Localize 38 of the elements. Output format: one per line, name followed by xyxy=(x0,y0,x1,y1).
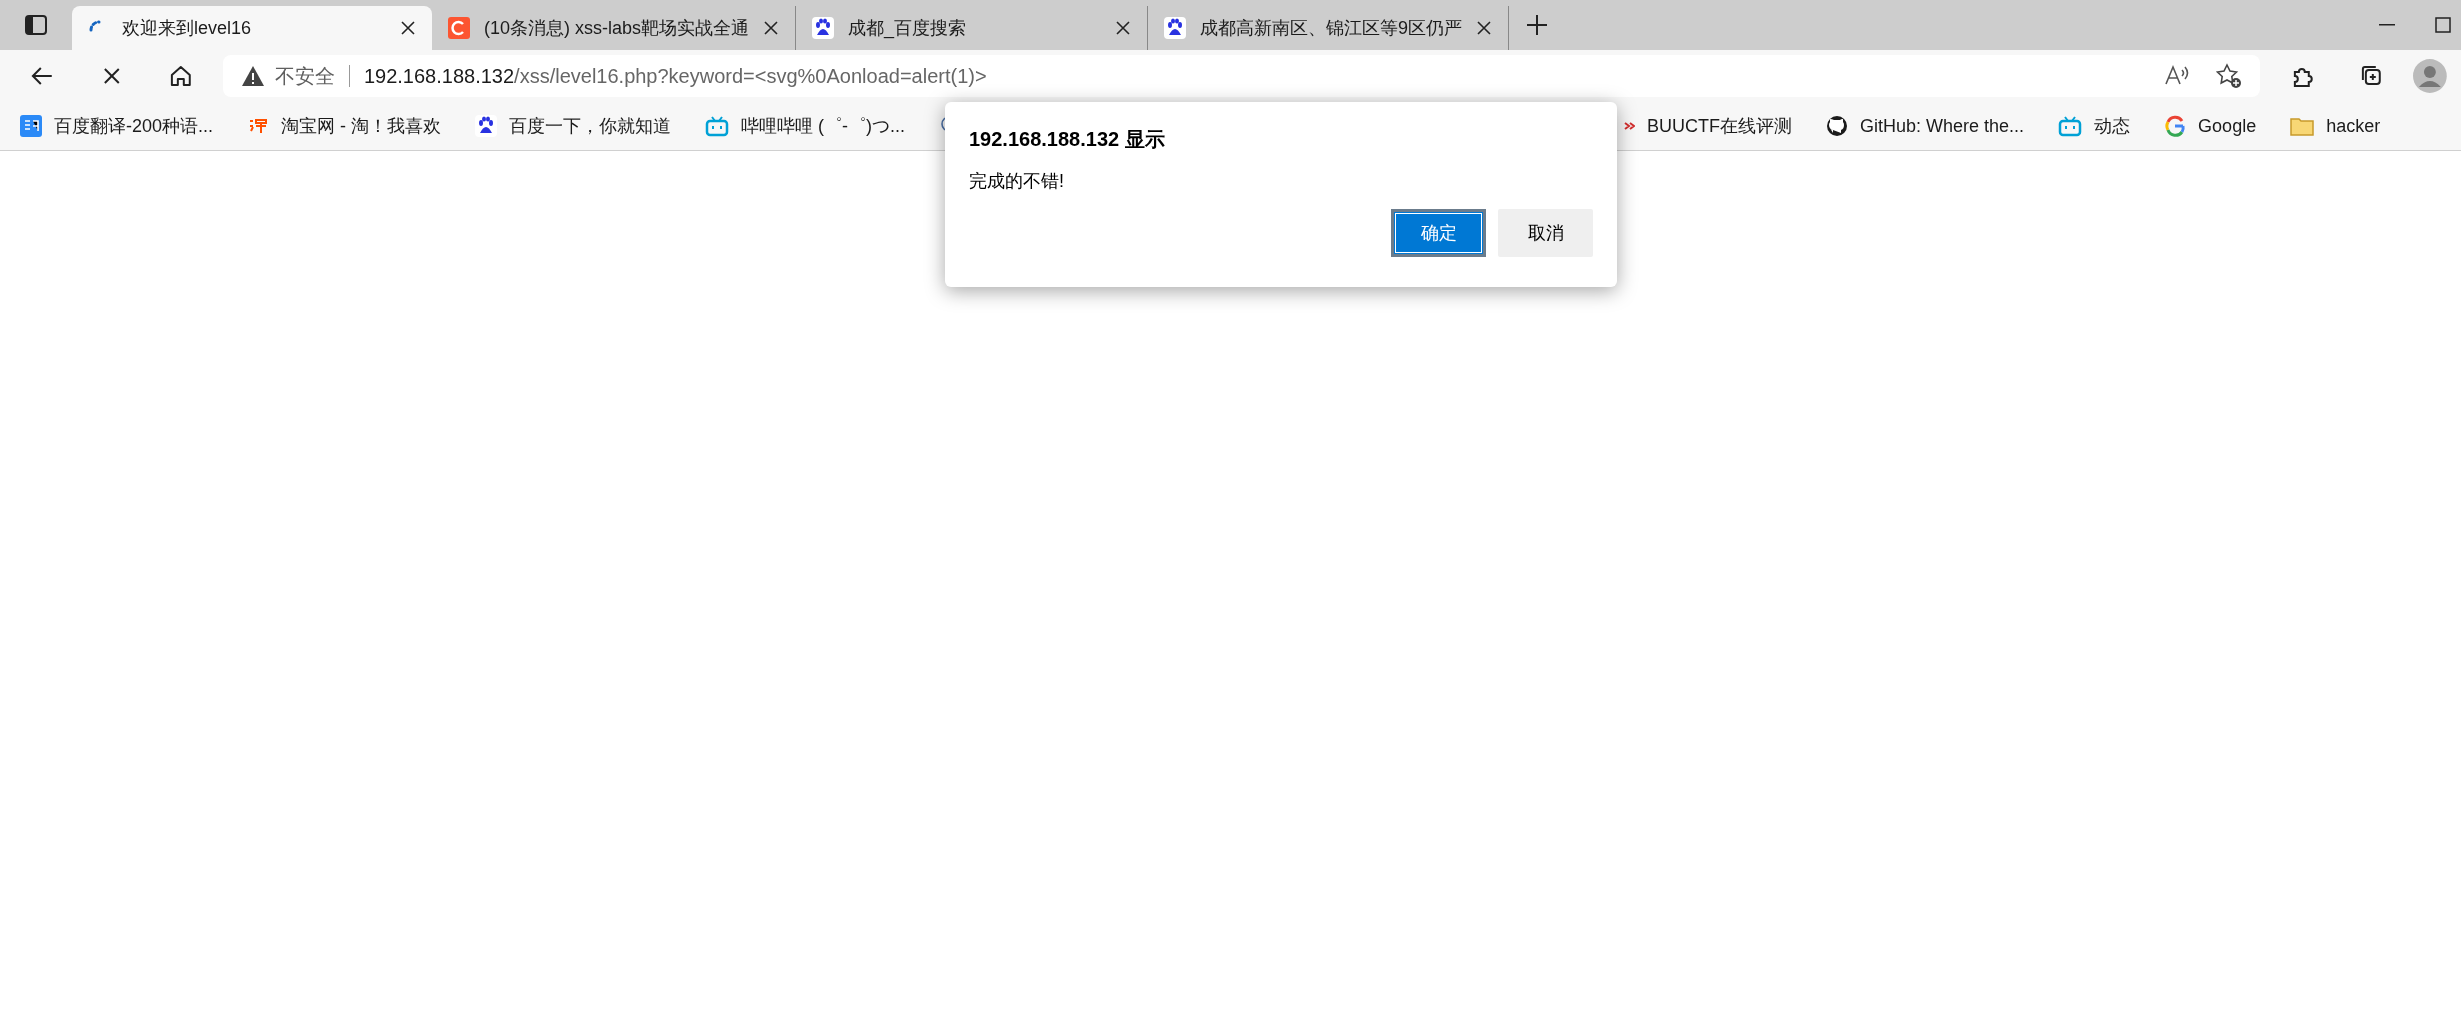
favorite-add-icon[interactable] xyxy=(2215,63,2242,89)
close-icon[interactable] xyxy=(400,20,416,36)
paw-icon xyxy=(812,17,835,39)
ok-button[interactable]: 确定 xyxy=(1391,209,1486,257)
g-logo-icon xyxy=(2164,115,2187,137)
bookmark-link[interactable]: 百度翻译-200种语... xyxy=(54,112,214,140)
close-icon[interactable] xyxy=(763,20,780,36)
tab-actions-icon[interactable] xyxy=(24,13,48,37)
bookmark-link[interactable]: 百度一下，你就知道 xyxy=(509,112,672,140)
profile-avatar-icon[interactable] xyxy=(2413,59,2447,93)
security-label: 不安全 xyxy=(274,64,335,89)
bookmark-link[interactable]: 淘宝网 - 淘！我喜欢 xyxy=(281,112,442,140)
letter-c-icon xyxy=(448,17,470,39)
bookmark-link[interactable]: 哔哩哔哩 (゜-゜)つ... xyxy=(741,112,906,140)
cancel-button[interactable]: 取消 xyxy=(1498,209,1593,257)
maximize-icon[interactable] xyxy=(2435,17,2451,33)
paw-icon xyxy=(1164,17,1187,39)
close-icon[interactable] xyxy=(1476,20,1493,36)
folder-icon xyxy=(2290,115,2315,137)
dialog-message: 完成的不错! xyxy=(969,170,1065,193)
bookmark-link[interactable]: hacker xyxy=(2326,112,2381,140)
url-text: 192.168.188.132/xss/level16.php?keyword=<svg%0Aonload=alert(1)> xyxy=(363,64,987,89)
dialog-title: 192.168.188.132 显示 xyxy=(969,127,1166,152)
warning-icon xyxy=(240,65,265,87)
bookmark-link[interactable]: Google xyxy=(2198,112,2257,140)
close-icon[interactable] xyxy=(1115,20,1132,36)
bookmark-link[interactable]: BUUCTF在线评测 xyxy=(1647,112,1793,140)
browser-tab[interactable]: 欢迎来到level16 xyxy=(72,6,432,50)
tv-icon xyxy=(2058,115,2083,137)
minimize-icon[interactable] xyxy=(2379,24,2395,26)
bookmark-link[interactable]: GitHub: Where the... xyxy=(1860,112,2025,140)
paw-icon xyxy=(475,115,498,137)
address-bar[interactable]: 不安全 192.168.188.132/xss/level16.php?keyword=<svg%0Aonload=alert(1)> xyxy=(222,55,2260,97)
tv-icon xyxy=(705,115,730,137)
bookmark-link[interactable]: 动态 xyxy=(2094,112,2131,140)
plus-icon xyxy=(1526,14,1549,36)
cat-icon xyxy=(1826,115,1849,137)
translate-icon xyxy=(20,115,42,137)
